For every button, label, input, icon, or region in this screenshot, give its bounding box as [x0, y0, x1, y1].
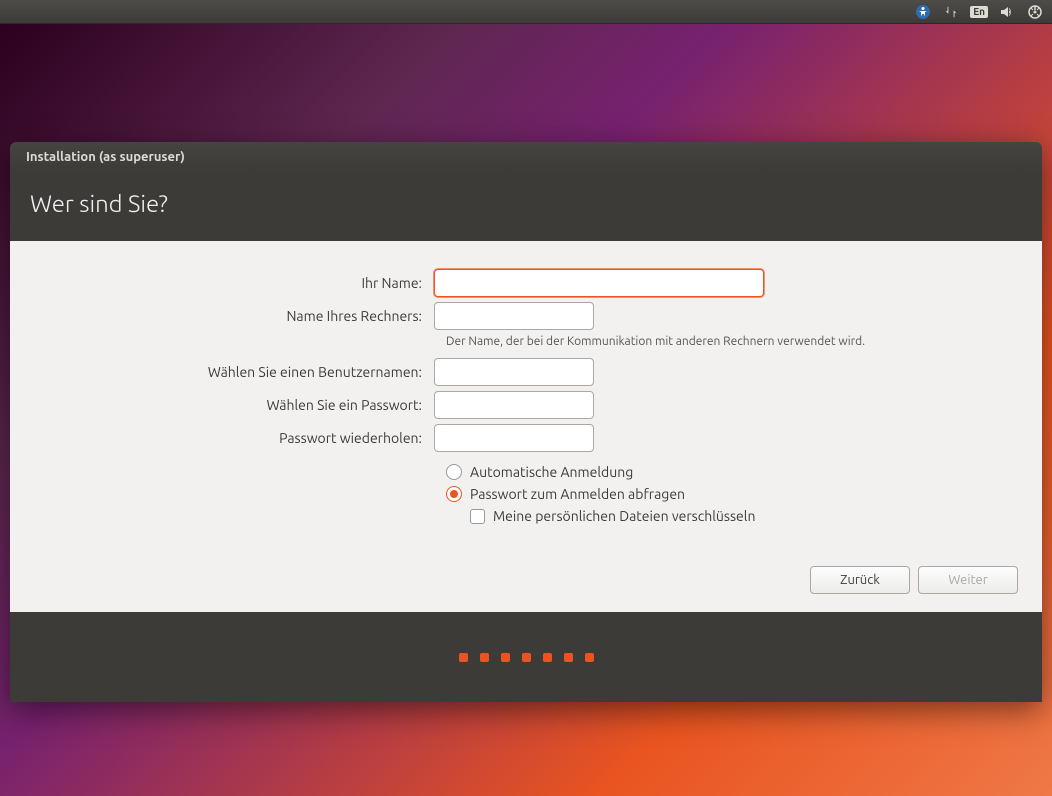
accessibility-icon[interactable]	[914, 3, 932, 21]
dot-icon	[585, 653, 594, 662]
name-input[interactable]	[434, 269, 764, 297]
form-area: Ihr Name: Name Ihres Rechners: Der Name,…	[10, 241, 1042, 612]
require-password-radio[interactable]: Passwort zum Anmelden abfragen	[446, 486, 1018, 502]
hostname-input[interactable]	[434, 302, 594, 330]
back-button[interactable]: Zurück	[810, 566, 910, 594]
hostname-label: Name Ihres Rechners:	[34, 308, 434, 324]
window-title: Installation (as superuser)	[26, 150, 185, 164]
username-label: Wählen Sie einen Benutzernamen:	[34, 364, 434, 380]
dot-icon	[501, 653, 510, 662]
hostname-hint: Der Name, der bei der Kommunikation mit …	[446, 335, 1018, 348]
radio-icon	[446, 486, 462, 502]
sound-icon[interactable]	[998, 3, 1016, 21]
dot-icon	[459, 653, 468, 662]
power-icon[interactable]	[1026, 3, 1044, 21]
encrypt-label: Meine persönlichen Dateien verschlüsseln	[493, 508, 755, 524]
auto-login-radio[interactable]: Automatische Anmeldung	[446, 464, 1018, 480]
dot-icon	[522, 653, 531, 662]
network-icon[interactable]	[942, 3, 960, 21]
password-label: Wählen Sie ein Passwort:	[34, 397, 434, 413]
dot-icon	[543, 653, 552, 662]
top-panel: En	[0, 0, 1052, 24]
keyboard-layout-indicator[interactable]: En	[970, 6, 988, 18]
dot-icon	[564, 653, 573, 662]
confirm-password-label: Passwort wiederholen:	[34, 430, 434, 446]
progress-dots	[10, 612, 1042, 702]
radio-icon	[446, 464, 462, 480]
auto-login-label: Automatische Anmeldung	[470, 464, 633, 480]
require-password-label: Passwort zum Anmelden abfragen	[470, 486, 685, 502]
installer-window: Installation (as superuser) Wer sind Sie…	[10, 142, 1042, 702]
username-input[interactable]	[434, 358, 594, 386]
confirm-password-input[interactable]	[434, 424, 594, 452]
page-title: Wer sind Sie?	[10, 172, 1042, 241]
password-input[interactable]	[434, 391, 594, 419]
name-label: Ihr Name:	[34, 275, 434, 291]
window-titlebar[interactable]: Installation (as superuser)	[10, 142, 1042, 172]
forward-button[interactable]: Weiter	[918, 566, 1018, 594]
checkbox-icon	[470, 509, 485, 524]
encrypt-home-checkbox[interactable]: Meine persönlichen Dateien verschlüsseln	[470, 508, 1018, 524]
dot-icon	[480, 653, 489, 662]
